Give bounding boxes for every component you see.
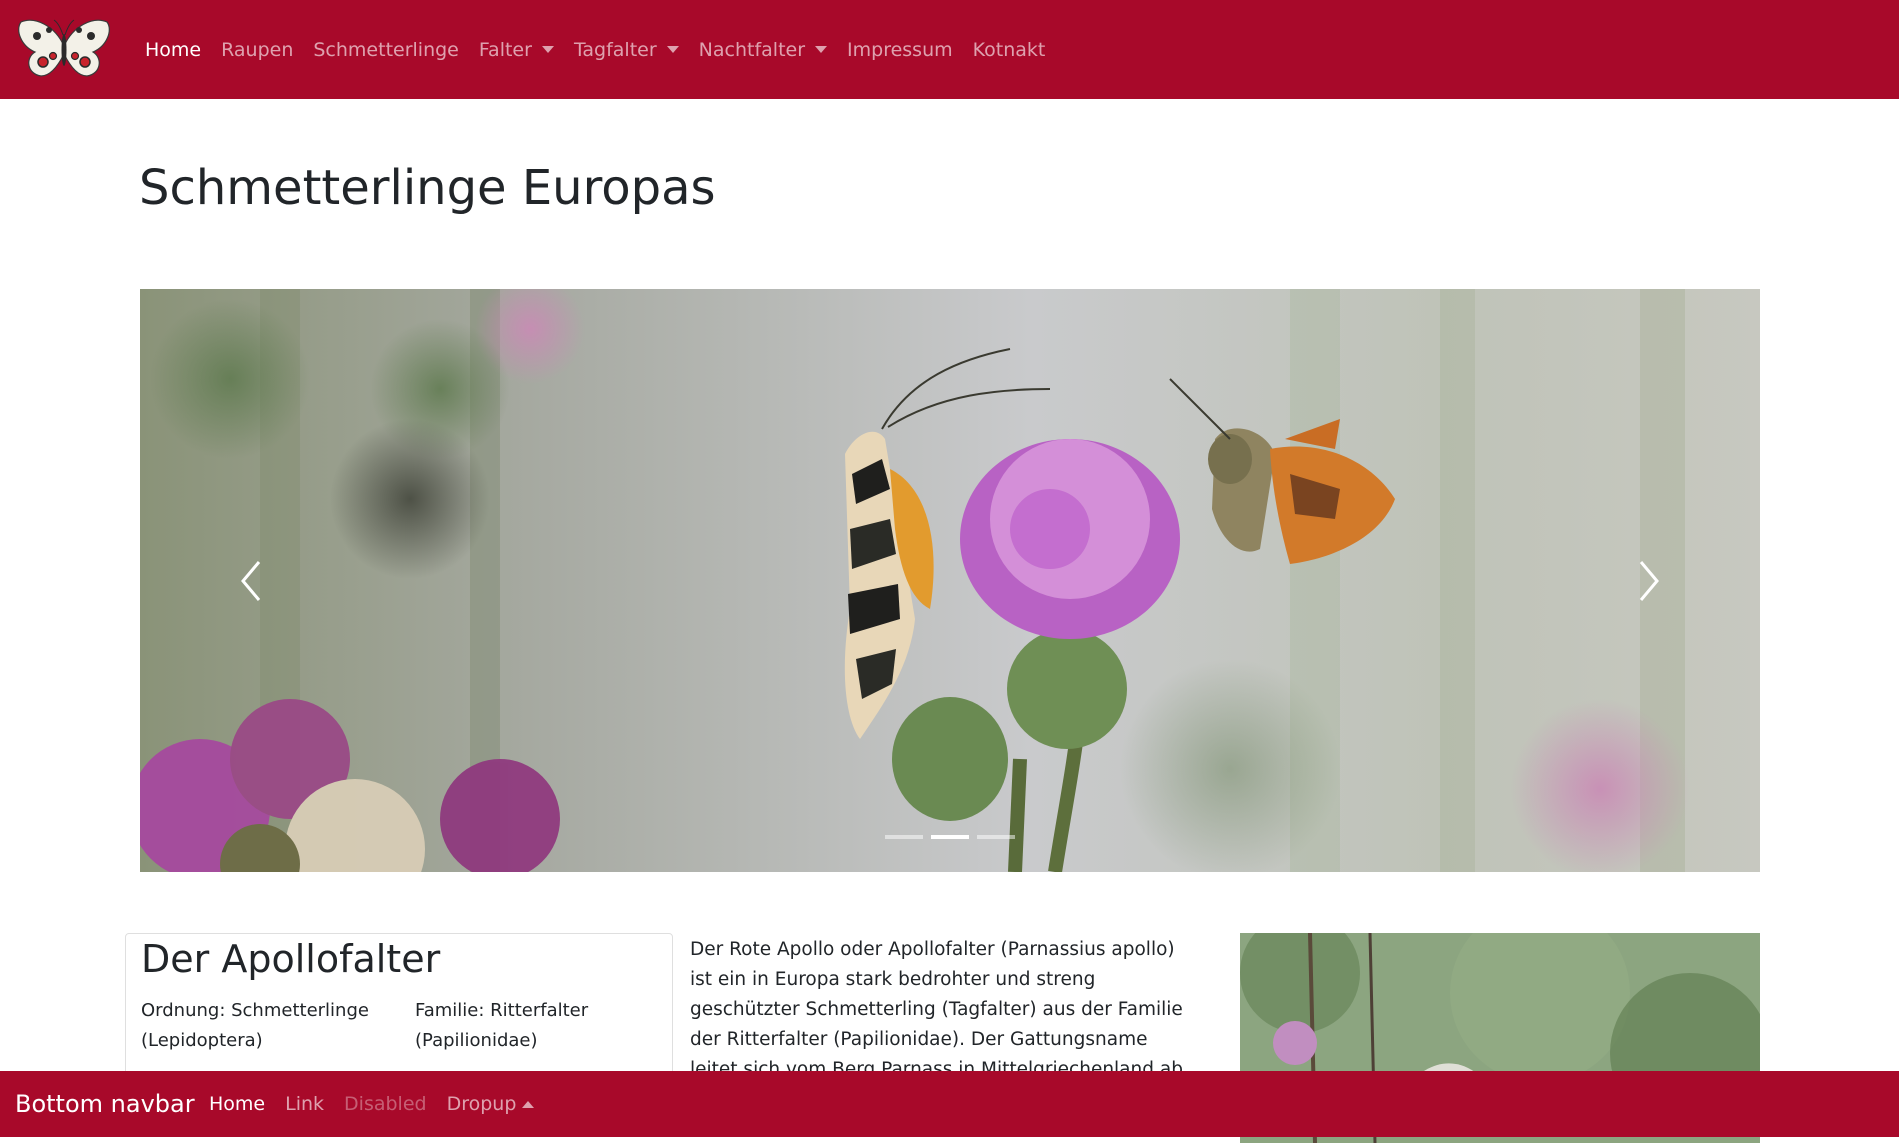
species-order: Ordnung: Schmetterlinge (Lepidoptera) xyxy=(141,1000,369,1051)
top-navbar: Home Raupen Schmetterlinge Falter Tagfal… xyxy=(0,0,1899,99)
species-family: Familie: Ritterfalter (Papilionidae) xyxy=(415,1000,589,1051)
carousel-slide-image xyxy=(140,289,1760,872)
bottom-nav-links: Home Link Disabled Dropup xyxy=(209,1071,554,1137)
butterfly-logo[interactable] xyxy=(15,16,113,82)
carousel-next-button[interactable] xyxy=(1590,289,1710,872)
nav-nachtfalter-label: Nachtfalter xyxy=(698,38,806,61)
carousel-indicator-3[interactable] xyxy=(977,835,1015,839)
bottom-nav-dropup-label: Dropup xyxy=(446,1093,517,1115)
carousel-indicator-1[interactable] xyxy=(885,835,923,839)
carousel-indicator-2[interactable] xyxy=(931,835,969,839)
nav-home[interactable]: Home xyxy=(145,39,201,61)
nav-tagfalter-label: Tagfalter xyxy=(573,38,657,61)
carousel-indicators xyxy=(885,835,1015,845)
nav-impressum[interactable]: Impressum xyxy=(847,39,953,61)
image-carousel xyxy=(140,289,1760,872)
nav-schmetterlinge[interactable]: Schmetterlinge xyxy=(313,39,459,61)
species-title: Der Apollofalter xyxy=(141,937,441,981)
nav-falter-label: Falter xyxy=(478,38,532,61)
bottom-nav-home[interactable]: Home xyxy=(209,1093,265,1115)
bottom-nav-disabled: Disabled xyxy=(344,1093,427,1115)
top-nav-links: Home Raupen Schmetterlinge Falter Tagfal… xyxy=(145,0,1065,99)
page-title: Schmetterlinge Europas xyxy=(139,160,716,216)
bottom-navbar-brand[interactable]: Bottom navbar xyxy=(15,1071,195,1137)
bottom-nav-dropup[interactable]: Dropup xyxy=(447,1093,535,1115)
nav-tagfalter-dropdown[interactable]: Tagfalter xyxy=(574,39,679,61)
caret-down-icon xyxy=(815,46,828,53)
chevron-left-icon xyxy=(241,560,261,601)
caret-down-icon xyxy=(541,46,554,53)
nav-raupen[interactable]: Raupen xyxy=(221,39,293,61)
caret-up-icon xyxy=(522,1100,535,1108)
nav-nachtfalter-dropdown[interactable]: Nachtfalter xyxy=(698,38,828,61)
nav-kontakt[interactable]: Kotnakt xyxy=(973,39,1046,61)
nav-falter-dropdown[interactable]: Falter xyxy=(479,39,554,61)
bottom-navbar: Bottom navbar Home Link Disabled Dropup xyxy=(0,1071,1899,1137)
chevron-right-icon xyxy=(1639,560,1659,601)
caret-down-icon xyxy=(666,46,679,53)
bottom-nav-link[interactable]: Link xyxy=(285,1093,324,1115)
species-info-card: Der Apollofalter Ordnung: Schmetterlinge… xyxy=(125,933,673,1083)
carousel-prev-button[interactable] xyxy=(190,289,310,872)
